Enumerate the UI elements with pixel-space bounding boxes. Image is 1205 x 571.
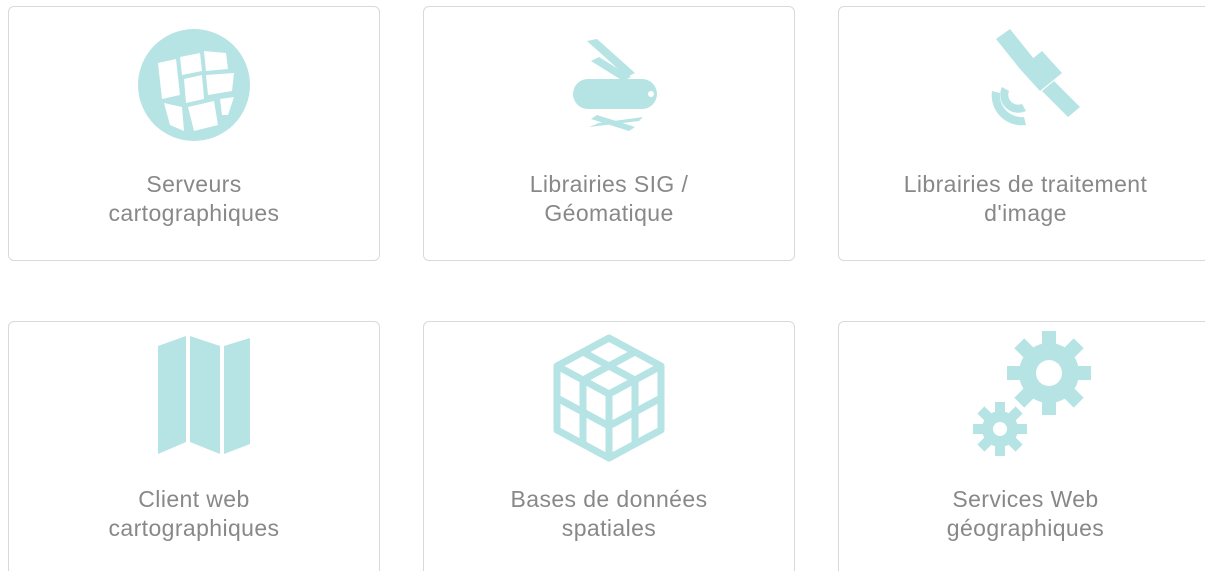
card-geographic-web-services[interactable]: Services Web géographiques [838,321,1205,571]
card-image-processing-libraries[interactable]: Librairies de traitement d'image [838,6,1205,261]
card-label-line1: Client web [138,486,250,512]
card-label-line1: Librairies SIG / [529,171,689,197]
card-label-line1: Services Web [952,486,1099,512]
card-label: Librairies SIG / Géomatique [424,170,794,228]
card-label: Client web cartographiques [9,485,379,543]
card-label-line1: Serveurs [146,171,242,197]
swiss-army-knife-icon [539,15,679,155]
card-gis-libraries[interactable]: Librairies SIG / Géomatique [423,6,795,261]
card-label-line1: Bases de données [510,486,708,512]
card-label-line2: Géomatique [544,200,674,226]
card-label-line2: spatiales [561,515,657,541]
database-cube-icon [539,330,679,470]
card-label-line2: cartographiques [108,200,280,226]
card-label: Serveurs cartographiques [9,170,379,228]
card-label-line2: cartographiques [108,515,280,541]
card-label: Librairies de traitement d'image [839,170,1205,228]
satellite-icon [956,15,1096,155]
card-label-line2: géographiques [946,515,1105,541]
card-label-line1: Librairies de traitement [903,171,1148,197]
card-label-line2: d'image [984,200,1067,226]
card-label: Services Web géographiques [839,485,1205,543]
gears-icon [956,330,1096,470]
card-spatial-databases[interactable]: Bases de données spatiales [423,321,795,571]
category-grid: Serveurs cartographiques Librairies SIG … [0,0,1205,571]
card-web-map-clients[interactable]: Client web cartographiques [8,321,380,571]
folded-map-icon [124,330,264,470]
card-label: Bases de données spatiales [424,485,794,543]
card-map-servers[interactable]: Serveurs cartographiques [8,6,380,261]
map-globe-icon [124,15,264,155]
